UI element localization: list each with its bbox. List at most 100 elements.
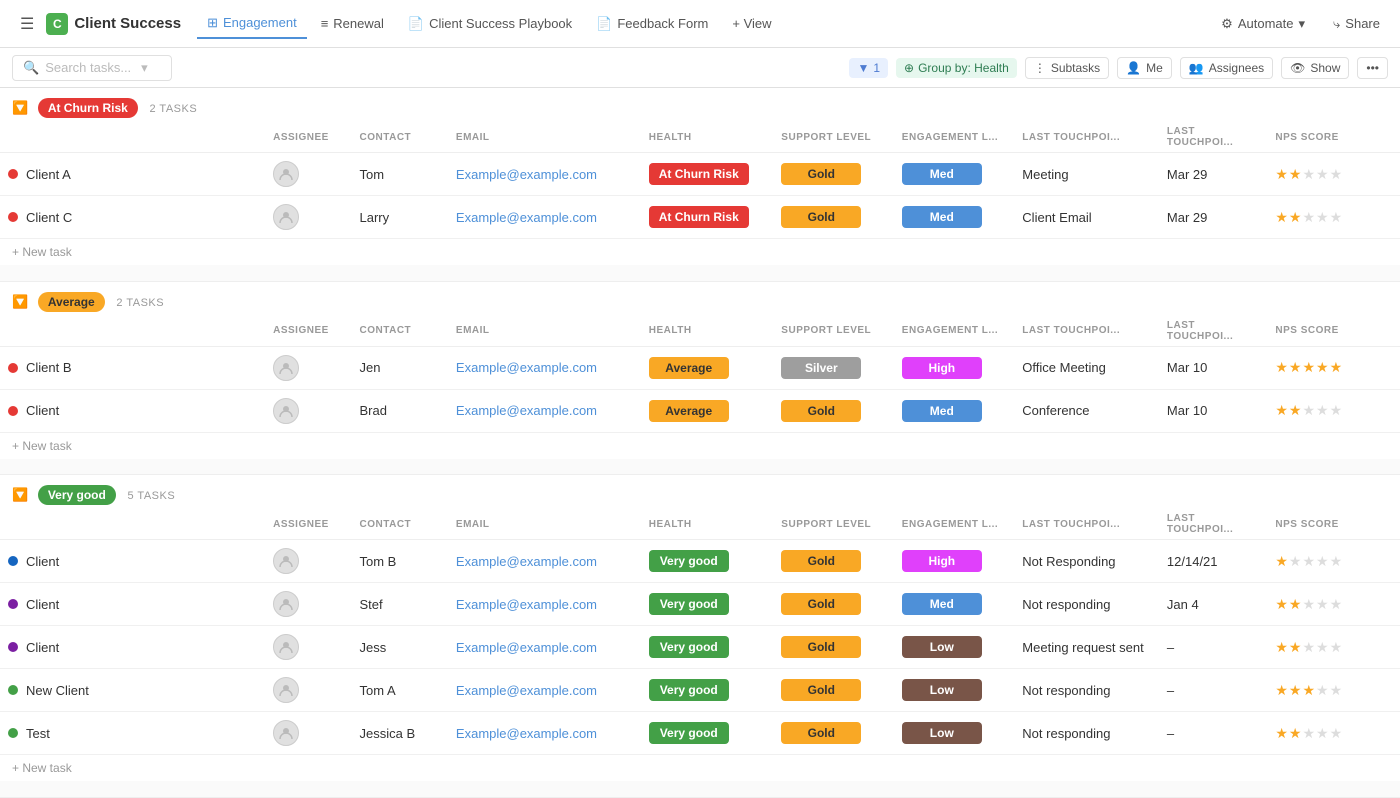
- new-task-row-very_good[interactable]: + New task: [0, 755, 1400, 782]
- nps-stars: ★★★★★: [1275, 209, 1392, 226]
- health-badge: At Churn Risk: [649, 206, 749, 228]
- me-button[interactable]: 👤 Me: [1117, 57, 1172, 79]
- section-badge-average: Average: [38, 292, 105, 312]
- section-toggle-very_good[interactable]: 🔽: [12, 487, 28, 502]
- task-cell[interactable]: Client: [0, 540, 265, 583]
- top-nav: ☰ C Client Success ⊞ Engagement ≡ Renewa…: [0, 0, 1400, 48]
- assignees-button[interactable]: 👥 Assignees: [1180, 57, 1273, 79]
- support-badge: Silver: [781, 357, 861, 379]
- task-cell[interactable]: New Client: [0, 669, 265, 712]
- subtasks-button[interactable]: ⋮ Subtasks: [1025, 57, 1109, 79]
- automate-icon: ⚙: [1221, 16, 1233, 32]
- touchpoint1-cell: Not responding: [1014, 583, 1159, 626]
- table-row: Test Jessica B Example@example.com Very …: [0, 712, 1400, 755]
- assignee-cell: [265, 626, 351, 669]
- star: ★: [1302, 725, 1315, 742]
- assignee-cell: [265, 196, 351, 239]
- star: ★: [1316, 596, 1329, 613]
- nav-right: ⚙ Automate ▾ ⤷ Share: [1213, 12, 1388, 36]
- nps-cell: ★★★★★: [1267, 669, 1400, 712]
- engagement-cell: Med: [894, 583, 1015, 626]
- search-icon: 🔍: [23, 60, 39, 76]
- col-header-2: EMAIL: [448, 122, 641, 153]
- touchpoint2-cell: Mar 29: [1159, 196, 1267, 239]
- col-header-2: EMAIL: [448, 509, 641, 540]
- task-cell[interactable]: Client: [0, 583, 265, 626]
- automate-button[interactable]: ⚙ Automate ▾: [1213, 12, 1313, 36]
- task-cell[interactable]: Client: [0, 626, 265, 669]
- star: ★: [1302, 359, 1315, 376]
- show-button[interactable]: 👁 Show: [1281, 57, 1349, 79]
- touchpoint2-cell: –: [1159, 626, 1267, 669]
- search-box[interactable]: 🔍 Search tasks... ▾: [12, 55, 172, 81]
- section-badge-churn_risk: At Churn Risk: [38, 98, 138, 118]
- assignee-cell: [265, 712, 351, 755]
- task-dot: [8, 406, 18, 416]
- health-badge: Very good: [649, 636, 729, 658]
- col-header-7: LAST TOUCHPOI...: [1159, 316, 1267, 347]
- task-dot: [8, 212, 18, 222]
- section-header-churn_risk: 🔽 At Churn Risk 2 TASKS: [0, 88, 1400, 122]
- star: ★: [1275, 359, 1288, 376]
- health-cell: Very good: [641, 626, 774, 669]
- new-task-label[interactable]: + New task: [0, 239, 1400, 266]
- section-toggle-churn_risk[interactable]: 🔽: [12, 100, 28, 115]
- health-badge: Very good: [649, 593, 729, 615]
- tab-engagement[interactable]: ⊞ Engagement: [197, 9, 307, 39]
- new-task-label[interactable]: + New task: [0, 755, 1400, 782]
- support-cell: Gold: [773, 712, 894, 755]
- task-cell[interactable]: Client C: [0, 196, 265, 239]
- nps-cell: ★★★★★: [1267, 196, 1400, 239]
- col-header-0: ASSIGNEE: [265, 316, 351, 347]
- star: ★: [1316, 402, 1329, 419]
- star: ★: [1289, 553, 1302, 570]
- col-header-8: NPS SCORE: [1267, 316, 1400, 347]
- nps-stars: ★★★★★: [1275, 682, 1392, 699]
- health-badge: Very good: [649, 679, 729, 701]
- tab-playbook[interactable]: 📄 Client Success Playbook: [398, 10, 582, 38]
- ellipsis-icon: •••: [1366, 61, 1379, 75]
- filter-button[interactable]: ▼ 1: [849, 58, 888, 78]
- group-by-button[interactable]: ⊕ Group by: Health: [896, 58, 1017, 78]
- col-header-row-very_good: ASSIGNEECONTACTEMAILHEALTHSUPPORT LEVELE…: [0, 509, 1400, 540]
- nps-cell: ★★★★★: [1267, 153, 1400, 196]
- star: ★: [1330, 725, 1343, 742]
- contact-cell: Tom: [352, 153, 448, 196]
- nps-cell: ★★★★★: [1267, 346, 1400, 389]
- search-dropdown-icon[interactable]: ▾: [141, 60, 148, 76]
- tab-renewal[interactable]: ≡ Renewal: [311, 10, 394, 37]
- col-header-5: ENGAGEMENT L...: [894, 509, 1015, 540]
- hamburger-icon[interactable]: ☰: [12, 10, 42, 38]
- task-dot: [8, 556, 18, 566]
- avatar: [273, 591, 299, 617]
- new-task-label[interactable]: + New task: [0, 432, 1400, 459]
- more-options-button[interactable]: •••: [1357, 57, 1388, 79]
- share-button[interactable]: ⤷ Share: [1325, 12, 1388, 36]
- task-cell[interactable]: Client: [0, 389, 265, 432]
- new-task-row-churn_risk[interactable]: + New task: [0, 239, 1400, 266]
- new-task-row-average[interactable]: + New task: [0, 432, 1400, 459]
- col-header-1: CONTACT: [352, 316, 448, 347]
- task-cell[interactable]: Test: [0, 712, 265, 755]
- star: ★: [1289, 402, 1302, 419]
- support-cell: Gold: [773, 626, 894, 669]
- task-cell[interactable]: Client B: [0, 346, 265, 389]
- section-toggle-average[interactable]: 🔽: [12, 294, 28, 309]
- tab-feedback[interactable]: 📄 Feedback Form: [586, 10, 718, 38]
- col-header-3: HEALTH: [641, 316, 774, 347]
- star: ★: [1330, 402, 1343, 419]
- touchpoint1-cell: Office Meeting: [1014, 346, 1159, 389]
- col-header-1: CONTACT: [352, 509, 448, 540]
- support-cell: Gold: [773, 389, 894, 432]
- task-cell[interactable]: Client A: [0, 153, 265, 196]
- support-cell: Silver: [773, 346, 894, 389]
- tab-add-view[interactable]: + View: [722, 10, 781, 37]
- support-cell: Gold: [773, 540, 894, 583]
- task-name: Client A: [26, 167, 71, 182]
- star: ★: [1275, 402, 1288, 419]
- avatar: [273, 677, 299, 703]
- task-dot: [8, 169, 18, 179]
- star: ★: [1316, 682, 1329, 699]
- engagement-badge: Med: [902, 400, 982, 422]
- star: ★: [1330, 596, 1343, 613]
